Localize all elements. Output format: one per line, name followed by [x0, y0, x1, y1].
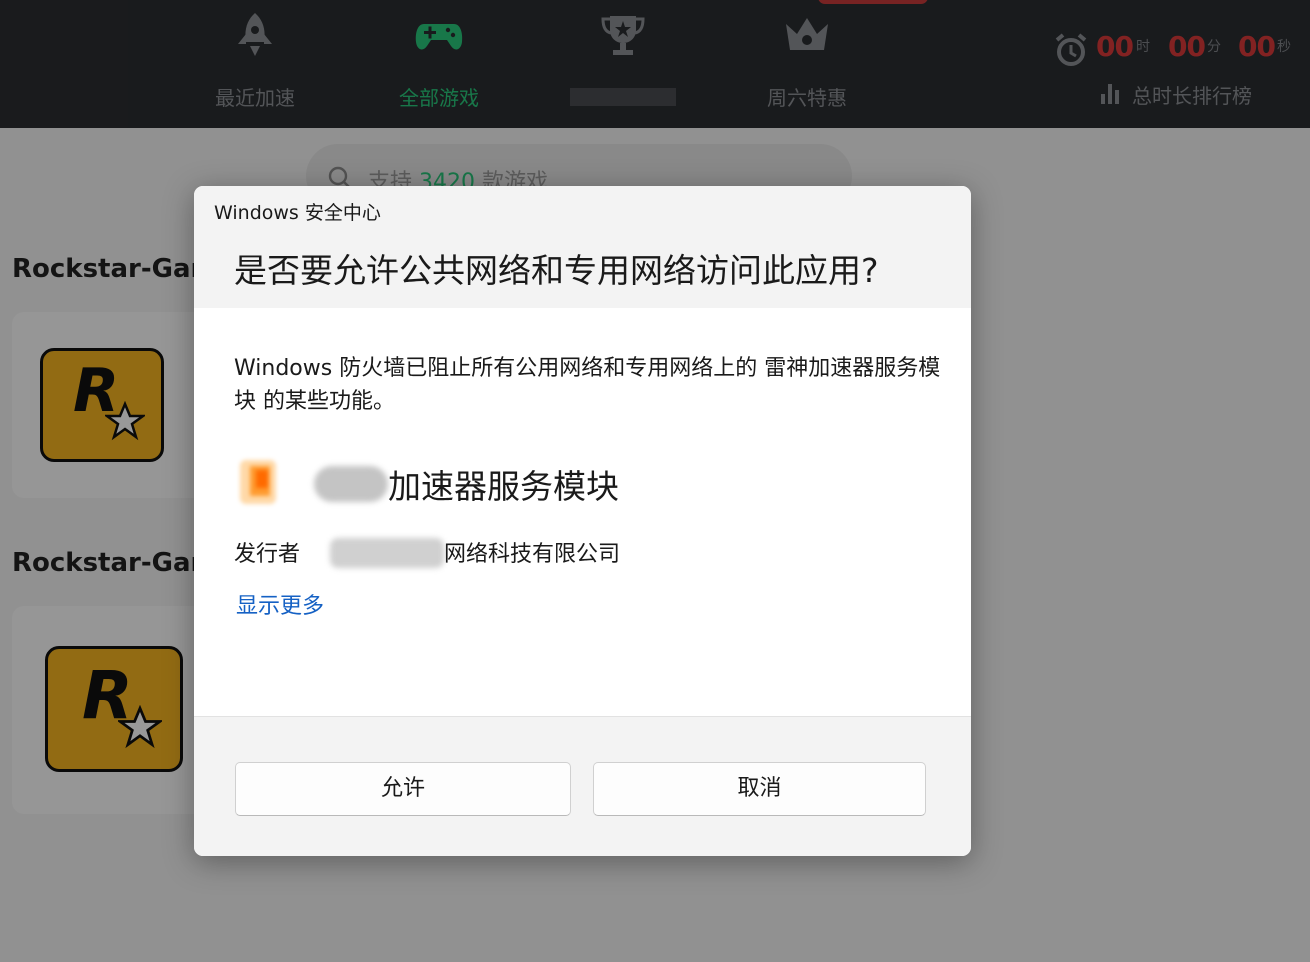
redacted-app-prefix — [314, 466, 388, 502]
dialog-header: Windows 安全中心 是否要允许公共网络和专用网络访问此应用? — [194, 186, 971, 308]
redacted-publisher-prefix — [330, 538, 444, 568]
dialog-title: 是否要允许公共网络和专用网络访问此应用? — [234, 251, 879, 290]
dialog-message: Windows 防火墙已阻止所有公用网络和专用网络上的 雷神加速器服务模块 的某… — [234, 356, 941, 414]
publisher-label: 发行者 — [234, 542, 301, 567]
cancel-button[interactable]: 取消 — [593, 762, 926, 816]
publisher-name: 网络科技有限公司 — [444, 542, 621, 567]
dialog-body: Windows 防火墙已阻止所有公用网络和专用网络上的 雷神加速器服务模块 的某… — [194, 308, 971, 716]
allow-button[interactable]: 允许 — [235, 762, 571, 816]
dialog-app-title: Windows 安全中心 — [214, 202, 381, 224]
show-more-link[interactable]: 显示更多 — [236, 588, 324, 620]
app-name: 加速器服务模块 — [388, 467, 619, 506]
dialog-footer: 允许 取消 — [194, 716, 971, 856]
app-info-row: 加速器服务模块 — [230, 450, 930, 518]
app-icon — [240, 460, 276, 504]
firewall-permission-dialog: Windows 安全中心 是否要允许公共网络和专用网络访问此应用? Window… — [194, 186, 971, 856]
